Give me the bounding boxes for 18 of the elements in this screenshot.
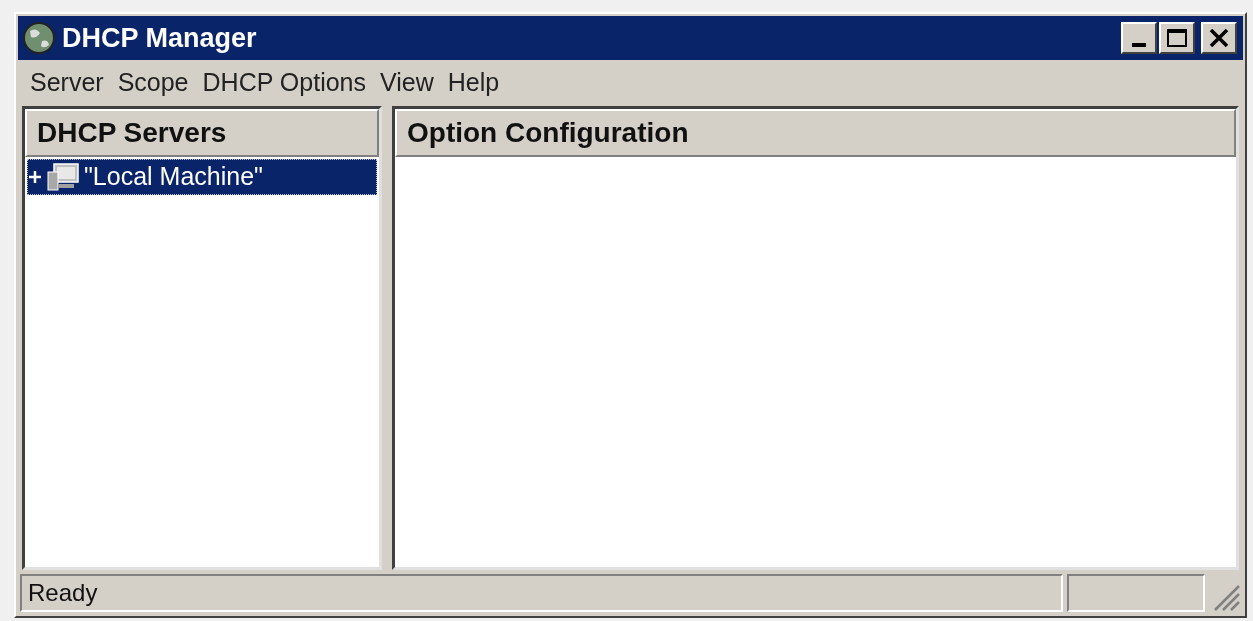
- column-header: DHCP Servers: [25, 109, 379, 157]
- window-title: DHCP Manager: [62, 21, 258, 55]
- close-button[interactable]: [1201, 22, 1237, 54]
- maximize-button[interactable]: [1159, 22, 1195, 54]
- menu-item[interactable]: Scope: [113, 64, 193, 102]
- globe-icon: [22, 21, 56, 55]
- close-icon: [1209, 29, 1229, 47]
- minimize-button[interactable]: [1121, 22, 1157, 54]
- plus-icon[interactable]: [28, 170, 42, 184]
- menu-item[interactable]: DHCP Options: [198, 64, 371, 102]
- tree-item-label: "Local Machine": [84, 161, 263, 193]
- menu-item[interactable]: Help: [443, 64, 504, 102]
- tree-item[interactable]: "Local Machine": [27, 159, 377, 195]
- menu-item[interactable]: Server: [26, 64, 108, 102]
- computer-icon: [46, 162, 80, 192]
- menu-item[interactable]: View: [376, 64, 438, 102]
- column-header: Option Configuration: [395, 109, 1236, 157]
- status-text: Ready: [20, 574, 1063, 612]
